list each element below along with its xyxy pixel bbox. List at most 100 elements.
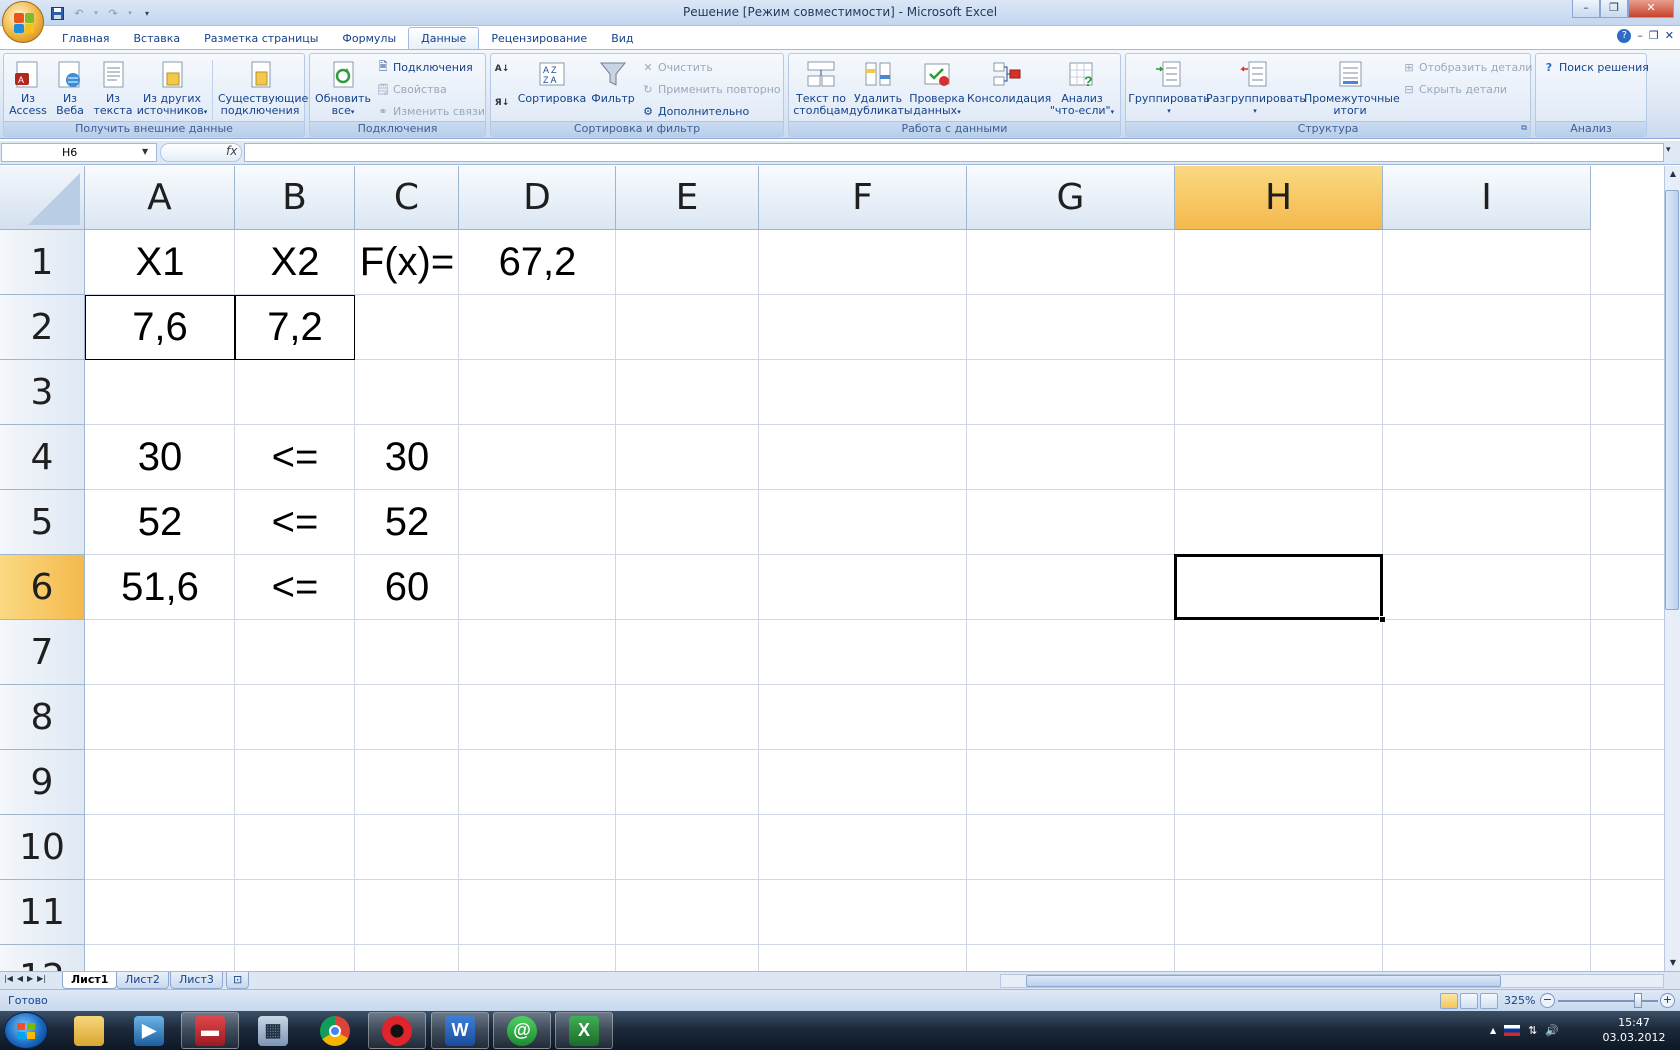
name-box-dropdown-icon[interactable]: ▼: [142, 147, 148, 156]
row-header-7[interactable]: 7: [0, 620, 85, 685]
scroll-up-icon[interactable]: ▲: [1665, 166, 1680, 182]
taskbar-chrome[interactable]: [306, 1012, 364, 1049]
cell-c4[interactable]: 30: [355, 425, 459, 490]
row-header-9[interactable]: 9: [0, 750, 85, 815]
row-header-3[interactable]: 3: [0, 360, 85, 425]
undo-dropdown-icon[interactable]: ▾: [92, 5, 100, 21]
cell-b4[interactable]: <=: [235, 425, 355, 490]
row-header-6[interactable]: 6: [0, 555, 85, 620]
language-flag-icon[interactable]: [1504, 1025, 1521, 1036]
cell-c5[interactable]: 52: [355, 490, 459, 555]
last-sheet-icon[interactable]: ▶|: [37, 974, 46, 983]
save-icon[interactable]: [48, 5, 66, 21]
sort-descending-button[interactable]: Я↓: [495, 94, 509, 112]
from-access-button[interactable]: A Из Access: [8, 58, 48, 117]
zoom-slider-track[interactable]: [1558, 1000, 1658, 1002]
subtotal-button[interactable]: Промежуточные итоги: [1304, 58, 1400, 117]
from-other-sources-button[interactable]: Из других источников▾: [136, 58, 208, 118]
taskbar-clock[interactable]: 15:47 03.03.2012: [1596, 1015, 1672, 1045]
row-header-12[interactable]: 12: [0, 945, 85, 971]
cell-c1[interactable]: F(x)=: [355, 230, 459, 295]
page-break-view-button[interactable]: [1480, 993, 1498, 1009]
sort-ascending-button[interactable]: A↓: [495, 60, 510, 78]
office-button[interactable]: [2, 1, 44, 43]
edit-links-button[interactable]: ⚭ Изменить связи: [376, 102, 485, 120]
insert-sheet-button[interactable]: ⊡: [226, 972, 250, 989]
column-header-b[interactable]: B: [235, 166, 355, 230]
taskbar-media-player[interactable]: ▶: [120, 1012, 178, 1049]
prev-sheet-icon[interactable]: ◀: [17, 974, 23, 983]
column-header-h[interactable]: H: [1175, 166, 1383, 230]
help-icon[interactable]: ?: [1617, 29, 1632, 43]
taskbar-word[interactable]: W: [431, 1012, 489, 1049]
cell-c6[interactable]: 60: [355, 555, 459, 620]
row-header-2[interactable]: 2: [0, 295, 85, 360]
next-sheet-icon[interactable]: ▶: [27, 974, 33, 983]
restore-button[interactable]: ❐: [1600, 0, 1628, 18]
remove-duplicates-button[interactable]: Удалить дубликаты: [849, 58, 913, 117]
row-header-11[interactable]: 11: [0, 880, 85, 945]
column-header-e[interactable]: E: [616, 166, 759, 230]
scroll-down-icon[interactable]: ▼: [1665, 955, 1680, 971]
insert-function-icon[interactable]: fx: [226, 144, 237, 158]
normal-view-button[interactable]: [1440, 993, 1458, 1009]
minimize-button[interactable]: –: [1572, 0, 1600, 18]
taskbar-mail-agent[interactable]: @: [493, 1012, 551, 1049]
close-button[interactable]: ✕: [1628, 0, 1674, 18]
zoom-in-icon[interactable]: +: [1660, 993, 1675, 1008]
vertical-scroll-thumb[interactable]: [1665, 190, 1679, 610]
taskbar-opera[interactable]: [368, 1012, 426, 1049]
first-sheet-icon[interactable]: |◀: [4, 974, 13, 983]
advanced-filter-button[interactable]: ⚙ Дополнительно: [641, 102, 749, 120]
row-header-1[interactable]: 1: [0, 230, 85, 295]
cell-b6[interactable]: <=: [235, 555, 355, 620]
properties-button[interactable]: 🗒 Свойства: [376, 80, 447, 98]
solver-button[interactable]: ? Поиск решения: [1542, 58, 1649, 76]
undo-icon[interactable]: ↶: [70, 5, 88, 21]
cell-a6[interactable]: 51,6: [85, 555, 235, 620]
horizontal-scroll-thumb[interactable]: [1026, 975, 1501, 987]
zoom-level[interactable]: 325%: [1504, 994, 1535, 1007]
show-hidden-icons-icon[interactable]: ▲: [1490, 1026, 1496, 1035]
cell-d1[interactable]: 67,2: [459, 230, 616, 295]
workbook-minimize-icon[interactable]: –: [1637, 29, 1643, 43]
reapply-filter-button[interactable]: ↻ Применить повторно: [641, 80, 780, 98]
tab-review[interactable]: Рецензирование: [479, 28, 599, 50]
tab-home[interactable]: Главная: [50, 28, 122, 50]
row-header-10[interactable]: 10: [0, 815, 85, 880]
tab-insert[interactable]: Вставка: [122, 28, 193, 50]
formula-input[interactable]: [244, 143, 1664, 162]
worksheet-grid[interactable]: ABCDEFGHI 123456789101112 X1X2F(x)=67,27…: [0, 166, 1664, 971]
clear-filter-button[interactable]: ✕ Очистить: [641, 58, 712, 76]
cell-a4[interactable]: 30: [85, 425, 235, 490]
taskbar-calculator[interactable]: ▦: [244, 1012, 302, 1049]
connections-button[interactable]: 🗎 Подключения: [376, 58, 473, 76]
name-box[interactable]: H6: [1, 143, 157, 162]
expand-formula-bar-icon[interactable]: ▾: [1666, 145, 1671, 155]
group-button[interactable]: Группировать ▾: [1128, 58, 1210, 117]
tab-view[interactable]: Вид: [599, 28, 645, 50]
column-header-c[interactable]: C: [355, 166, 459, 230]
from-web-button[interactable]: Из Веба: [52, 58, 88, 117]
text-to-columns-button[interactable]: Текст по столбцам: [793, 58, 849, 117]
page-layout-view-button[interactable]: [1460, 993, 1478, 1009]
tab-page-layout[interactable]: Разметка страницы: [192, 28, 330, 50]
cell-a5[interactable]: 52: [85, 490, 235, 555]
workbook-close-icon[interactable]: ✕: [1665, 29, 1674, 43]
redo-icon[interactable]: ↷: [104, 5, 122, 21]
refresh-all-button[interactable]: Обновить все▾: [314, 58, 372, 118]
customize-qat-icon[interactable]: ▾: [138, 5, 156, 21]
start-button[interactable]: [4, 1012, 48, 1049]
sort-button[interactable]: A ZZ A Сортировка: [517, 58, 587, 105]
cell-a1[interactable]: X1: [85, 230, 235, 295]
zoom-slider-thumb[interactable]: [1634, 993, 1642, 1008]
taskbar-save[interactable]: ▬: [181, 1012, 239, 1049]
from-text-button[interactable]: Из текста: [92, 58, 134, 117]
cell-b2[interactable]: 7,2: [235, 295, 355, 360]
network-icon[interactable]: ⇅: [1528, 1024, 1537, 1037]
row-header-8[interactable]: 8: [0, 685, 85, 750]
workbook-restore-icon[interactable]: ❐: [1649, 29, 1659, 43]
what-if-analysis-button[interactable]: ? Анализ "что-если"▾: [1049, 58, 1115, 118]
taskbar-explorer[interactable]: [60, 1012, 118, 1049]
column-header-a[interactable]: A: [85, 166, 235, 230]
